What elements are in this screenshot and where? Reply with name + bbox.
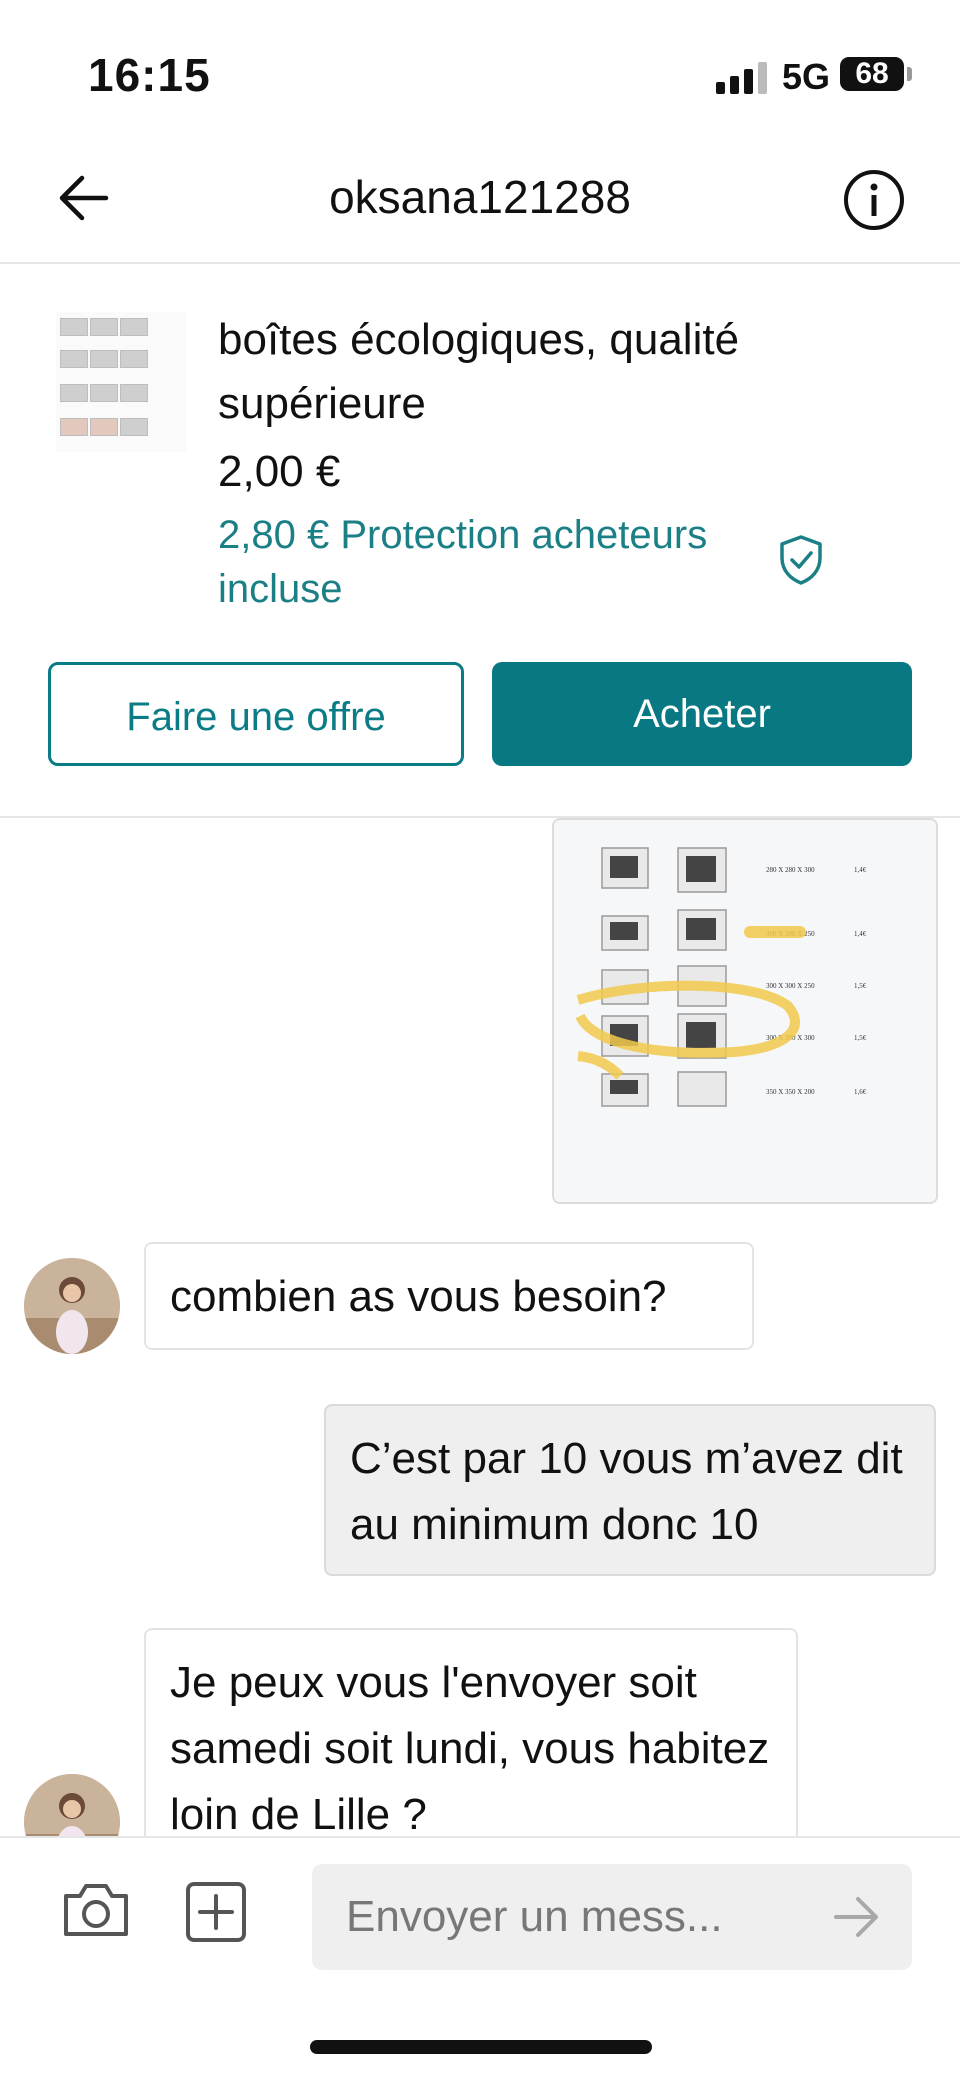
photo-price-label: 1,5€ (854, 1034, 867, 1042)
photo-price-label: 1,5€ (854, 982, 867, 990)
item-card: boîtes écologiques, qualité supérieure 2… (0, 264, 960, 818)
avatar[interactable] (24, 1258, 120, 1354)
buyer-protection-text[interactable]: 2,80 € Protection acheteurs incluse (218, 508, 778, 616)
incoming-message[interactable]: Je peux vous l'envoyer soit samedi soit … (144, 1628, 798, 1836)
composer-bar (0, 1836, 960, 1978)
photo-size-label: 350 X 350 X 200 (766, 1088, 815, 1096)
conversation-title[interactable]: oksana121288 (0, 170, 960, 224)
info-icon[interactable] (842, 168, 906, 232)
conversation-header: oksana121288 (0, 140, 960, 264)
camera-icon[interactable] (60, 1878, 132, 1942)
avatar-image (24, 1258, 120, 1354)
box-price-photo: 280 X 280 X 3001,4€300 X 300 X 2501,4€30… (554, 820, 936, 1202)
item-title[interactable]: boîtes écologiques, qualité supérieure (218, 308, 858, 436)
battery-icon: 68 (840, 57, 904, 91)
photo-price-label: 1,4€ (854, 930, 867, 938)
photo-price-label: 1,6€ (854, 1088, 867, 1096)
send-arrow-icon[interactable] (832, 1894, 882, 1940)
photo-size-label: 280 X 280 X 300 (766, 866, 815, 874)
status-bar: 16:15 5G 68 (0, 0, 960, 140)
photo-size-label: 300 X 300 X 250 (766, 982, 815, 990)
avatar-image (24, 1774, 120, 1836)
photo-price-label: 1,4€ (854, 866, 867, 874)
battery-tip (907, 67, 912, 81)
buy-button[interactable]: Acheter (492, 662, 912, 766)
item-thumbnail[interactable] (56, 312, 186, 452)
network-label: 5G (782, 56, 831, 97)
avatar[interactable] (24, 1774, 120, 1836)
message-input[interactable] (312, 1864, 912, 1970)
home-indicator (310, 2040, 652, 2054)
add-square-icon[interactable] (184, 1880, 248, 1944)
shield-check-icon[interactable] (778, 534, 824, 586)
incoming-message[interactable]: combien as vous besoin? (144, 1242, 754, 1350)
signal-icon (716, 62, 770, 94)
make-offer-button[interactable]: Faire une offre (48, 662, 464, 766)
item-price: 2,00 € (218, 447, 341, 496)
message-list[interactable]: 280 X 280 X 3001,4€300 X 300 X 2501,4€30… (0, 818, 960, 1836)
outgoing-message[interactable]: C’est par 10 vous m’avez dit au minimum … (324, 1404, 936, 1576)
photo-message[interactable]: 280 X 280 X 3001,4€300 X 300 X 2501,4€30… (552, 818, 938, 1204)
status-time: 16:15 (88, 49, 211, 101)
